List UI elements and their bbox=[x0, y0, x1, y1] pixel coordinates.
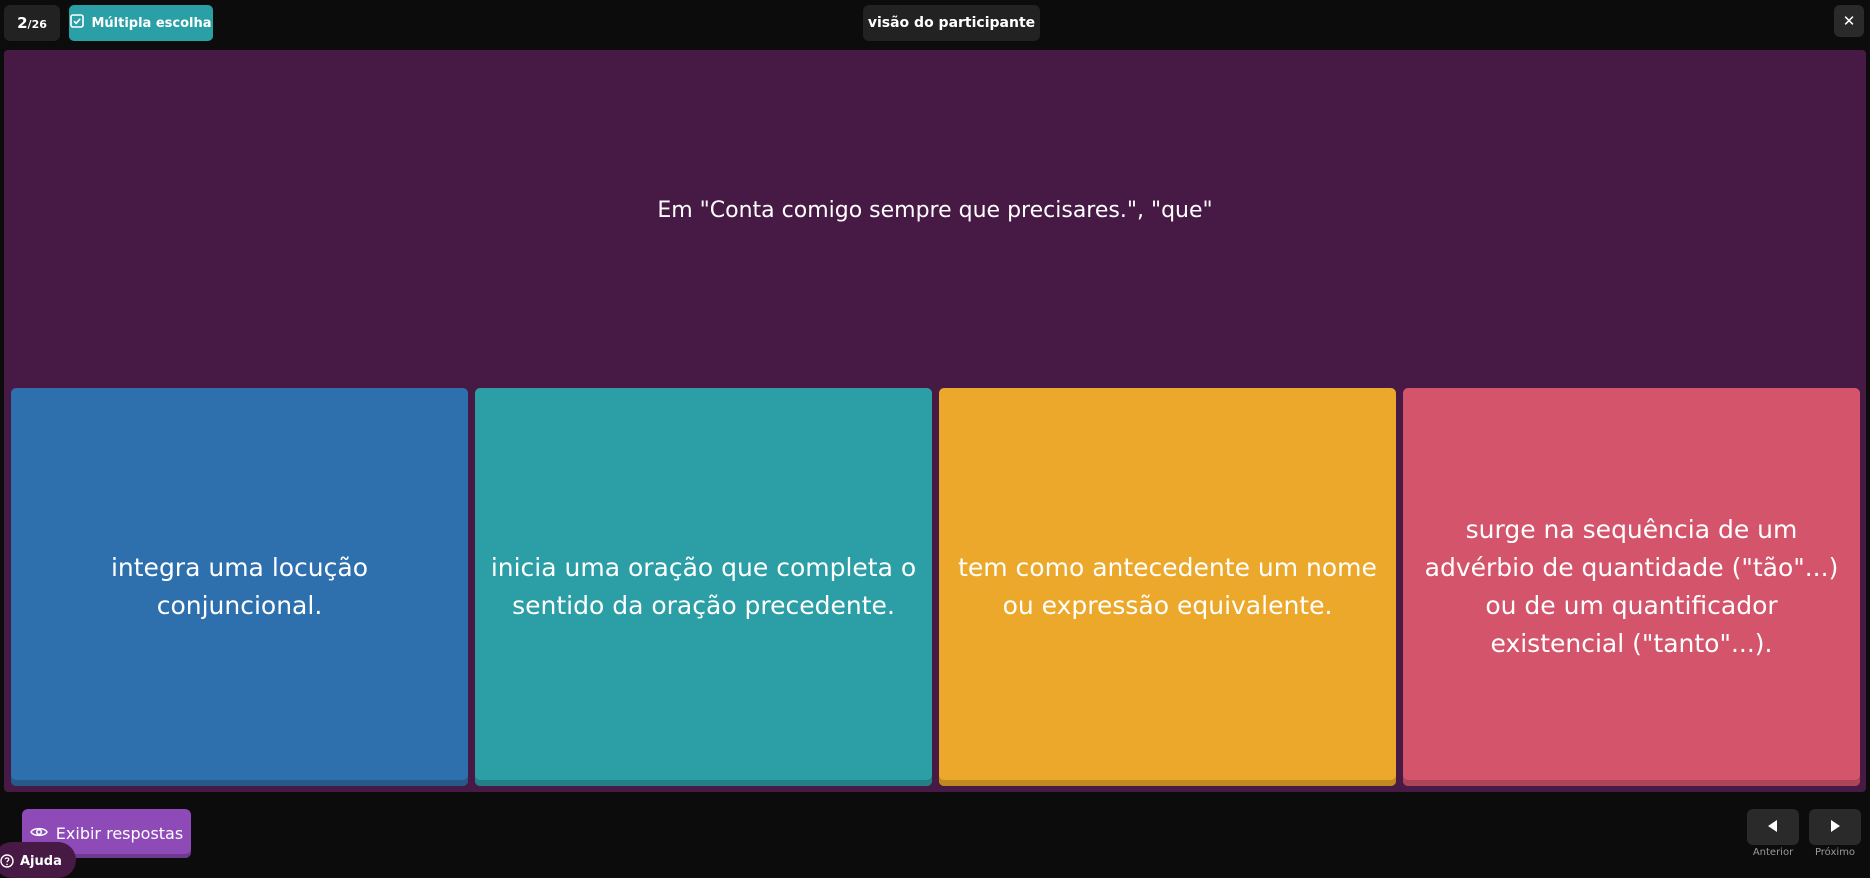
answer-option-1[interactable]: integra uma locução conjuncional. bbox=[11, 388, 468, 786]
next-label: Próximo bbox=[1814, 847, 1856, 858]
triangle-right-icon bbox=[1828, 818, 1842, 837]
help-circle-icon bbox=[0, 854, 14, 872]
counter-total: /26 bbox=[27, 18, 47, 31]
answer-option-3[interactable]: tem como antecedente um nome ou expressã… bbox=[939, 388, 1396, 786]
help-button[interactable]: Ajuda bbox=[0, 842, 76, 878]
help-label: Ajuda bbox=[20, 854, 62, 869]
answer-option-2-text: inicia uma oração que completa o sentido… bbox=[490, 553, 917, 620]
triangle-left-icon bbox=[1766, 818, 1780, 837]
answer-option-4[interactable]: surge na sequência de um advérbio de qua… bbox=[1403, 388, 1860, 786]
question-type-button[interactable]: Múltipla escolha bbox=[69, 5, 213, 41]
previous-button[interactable] bbox=[1747, 809, 1799, 845]
answer-option-1-text: integra uma locução conjuncional. bbox=[110, 553, 369, 620]
slide-area: Em "Conta comigo sempre que precisares."… bbox=[4, 50, 1866, 792]
answer-option-4-text: surge na sequência de um advérbio de qua… bbox=[1424, 515, 1839, 658]
show-answers-label: Exibir respostas bbox=[55, 824, 184, 843]
checkbox-icon bbox=[70, 14, 85, 32]
close-icon: ✕ bbox=[1842, 12, 1856, 30]
question-type-label: Múltipla escolha bbox=[91, 15, 212, 31]
question-text: Em "Conta comigo sempre que precisares."… bbox=[657, 198, 1213, 223]
counter-current: 2 bbox=[17, 14, 28, 32]
answer-option-2[interactable]: inicia uma oração que completa o sentido… bbox=[475, 388, 932, 786]
close-button[interactable]: ✕ bbox=[1834, 5, 1864, 37]
next-button[interactable] bbox=[1809, 809, 1861, 845]
eye-icon bbox=[29, 824, 48, 843]
previous-label: Anterior bbox=[1752, 847, 1794, 858]
answer-options: integra uma locução conjuncional. inicia… bbox=[11, 388, 1861, 786]
answer-option-3-text: tem como antecedente um nome ou expressã… bbox=[958, 553, 1377, 620]
participant-view-label: visão do participante bbox=[867, 15, 1036, 31]
participant-view-button[interactable]: visão do participante bbox=[863, 5, 1040, 41]
top-bar: 2 /26 Múltipla escolha visão do particip… bbox=[0, 0, 1870, 48]
question-counter: 2 /26 bbox=[4, 5, 60, 41]
